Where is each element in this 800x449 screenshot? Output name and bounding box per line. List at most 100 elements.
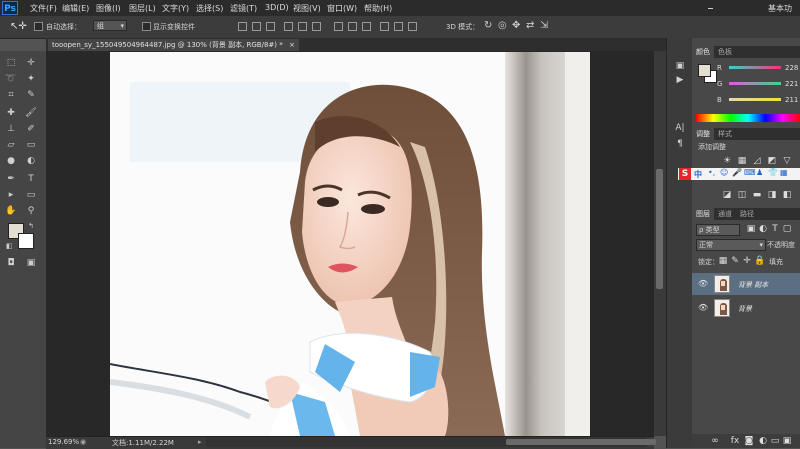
3d-slide-icon[interactable]: ⇄: [526, 20, 534, 31]
lasso-tool-icon[interactable]: ➰: [4, 73, 18, 85]
tab-color[interactable]: 颜色: [692, 46, 714, 58]
green-slider-track[interactable]: [729, 82, 781, 85]
tab-layers[interactable]: 图层: [692, 208, 714, 220]
levels-icon[interactable]: ▦: [737, 156, 747, 166]
menu-type[interactable]: 文字(Y): [162, 3, 189, 14]
align-hcenter-icon[interactable]: [298, 22, 307, 31]
exposure-icon[interactable]: ◩: [767, 156, 777, 166]
filter-adjust-icon[interactable]: ◐: [758, 224, 768, 234]
new-layer-icon[interactable]: ▣: [782, 436, 792, 446]
ime-language-toggle[interactable]: 中: [694, 169, 702, 180]
magic-wand-icon[interactable]: ✦: [24, 73, 38, 85]
zoom-level[interactable]: 129.69%: [48, 438, 79, 446]
eraser-icon[interactable]: ▱: [4, 139, 18, 151]
eyedropper-icon[interactable]: ✎: [24, 89, 38, 101]
ime-tools-icon[interactable]: ▦: [780, 168, 788, 177]
ime-voice-icon[interactable]: 🎤: [732, 168, 742, 177]
rectangle-tool-icon[interactable]: ▭: [24, 189, 38, 201]
invert-icon[interactable]: ◧: [782, 190, 792, 200]
tab-adjustments[interactable]: 调整: [692, 128, 714, 140]
tab-close-icon[interactable]: ×: [289, 41, 295, 49]
red-slider[interactable]: R 228: [717, 64, 798, 74]
channel-mixer-icon[interactable]: ◫: [737, 190, 747, 200]
paragraph-panel-icon[interactable]: ¶: [674, 138, 686, 150]
green-slider[interactable]: G 221: [717, 80, 798, 90]
red-slider-track[interactable]: [729, 66, 781, 69]
vertical-scroll-thumb[interactable]: [656, 169, 663, 289]
ime-user-icon[interactable]: ♟: [756, 168, 763, 177]
distribute-bottom-icon[interactable]: [362, 22, 371, 31]
horizontal-scrollbar[interactable]: [206, 437, 656, 447]
3d-scale-icon[interactable]: ⇲: [540, 20, 548, 31]
green-value[interactable]: 221: [785, 80, 798, 88]
distribute-right-icon[interactable]: [408, 22, 417, 31]
auto-select-checkbox[interactable]: [34, 22, 43, 33]
character-panel-icon[interactable]: A|: [674, 122, 686, 134]
document-image[interactable]: [110, 52, 590, 436]
distribute-left-icon[interactable]: [380, 22, 389, 31]
tab-swatches[interactable]: 色板: [714, 46, 736, 58]
link-layers-icon[interactable]: ∞: [710, 436, 720, 446]
status-options-icon[interactable]: ◉: [80, 438, 86, 446]
align-right-icon[interactable]: [312, 22, 321, 31]
3d-roll-icon[interactable]: ◎: [498, 20, 507, 31]
distribute-top-icon[interactable]: [334, 22, 343, 31]
history-brush-icon[interactable]: ✐: [24, 123, 38, 135]
type-tool-icon[interactable]: T: [24, 173, 38, 185]
quick-mask-icon[interactable]: ◘: [4, 257, 18, 269]
menu-filter[interactable]: 滤镜(T): [230, 3, 257, 14]
3d-rotate-icon[interactable]: ↻: [484, 20, 492, 31]
ime-punctuation-icon[interactable]: •,: [708, 168, 715, 177]
layer-style-icon[interactable]: fx: [730, 436, 740, 446]
distribute-hcenter-icon[interactable]: [394, 22, 403, 31]
lock-transparent-icon[interactable]: ▦: [718, 256, 728, 266]
ime-emoji-icon[interactable]: ☺: [720, 168, 728, 177]
menu-layer[interactable]: 图层(L): [129, 3, 156, 14]
align-bottom-icon[interactable]: [266, 22, 275, 31]
pen-tool-icon[interactable]: ✒: [4, 173, 18, 185]
color-spectrum-bar[interactable]: [696, 114, 800, 122]
ime-skin-icon[interactable]: 👕: [768, 168, 778, 177]
auto-select-dropdown[interactable]: 组 ▾: [93, 20, 127, 31]
status-menu-arrow-icon[interactable]: ▸: [198, 438, 202, 446]
crop-tool-icon[interactable]: ⌗: [4, 89, 18, 101]
blur-tool-icon[interactable]: ●: [4, 155, 18, 167]
blue-value[interactable]: 211: [785, 96, 798, 104]
hand-tool-icon[interactable]: ✋: [4, 205, 18, 217]
vibrance-icon[interactable]: ▽: [782, 156, 792, 166]
menu-3d[interactable]: 3D(D): [265, 3, 289, 12]
blend-mode-dropdown[interactable]: 正常 ▾: [696, 239, 766, 251]
red-value[interactable]: 228: [785, 64, 798, 72]
move-tool-icon[interactable]: ✛: [24, 57, 38, 69]
minimize-icon[interactable]: [708, 8, 713, 10]
menu-help[interactable]: 帮助(H): [364, 3, 392, 14]
layer-row-background-copy[interactable]: 👁 背景 副本: [692, 273, 800, 295]
layer-name[interactable]: 背景: [738, 304, 752, 314]
sogou-logo-icon[interactable]: S: [679, 168, 691, 180]
align-top-icon[interactable]: [238, 22, 247, 31]
gradient-map-icon[interactable]: ▬: [752, 190, 762, 200]
distribute-vcenter-icon[interactable]: [348, 22, 357, 31]
layer-name[interactable]: 背景 副本: [738, 280, 768, 290]
new-adjustment-icon[interactable]: ◐: [758, 436, 768, 446]
canvas-area[interactable]: [46, 51, 654, 436]
tab-styles[interactable]: 样式: [714, 128, 736, 140]
clone-stamp-icon[interactable]: ⊥: [4, 123, 18, 135]
filter-pixel-icon[interactable]: ▣: [746, 224, 756, 234]
default-colors-icon[interactable]: ◧: [6, 242, 13, 250]
healing-brush-icon[interactable]: ✚: [4, 107, 18, 119]
tab-paths[interactable]: 路径: [736, 208, 758, 220]
selective-color-icon[interactable]: ◨: [767, 190, 777, 200]
dodge-tool-icon[interactable]: ◐: [24, 155, 38, 167]
screen-mode-icon[interactable]: ▣: [24, 257, 38, 269]
path-selection-icon[interactable]: ▸: [4, 189, 18, 201]
show-transform-checkbox[interactable]: [142, 22, 151, 33]
menu-select[interactable]: 选择(S): [196, 3, 223, 14]
align-vcenter-icon[interactable]: [252, 22, 261, 31]
actions-panel-icon[interactable]: ▶: [674, 74, 686, 86]
filter-shape-icon[interactable]: ▢: [782, 224, 792, 234]
lock-position-icon[interactable]: ✛: [742, 256, 752, 266]
photo-filter-icon[interactable]: ◪: [722, 190, 732, 200]
gradient-tool-icon[interactable]: ▭: [24, 139, 38, 151]
ime-keyboard-icon[interactable]: ⌨: [744, 168, 756, 177]
